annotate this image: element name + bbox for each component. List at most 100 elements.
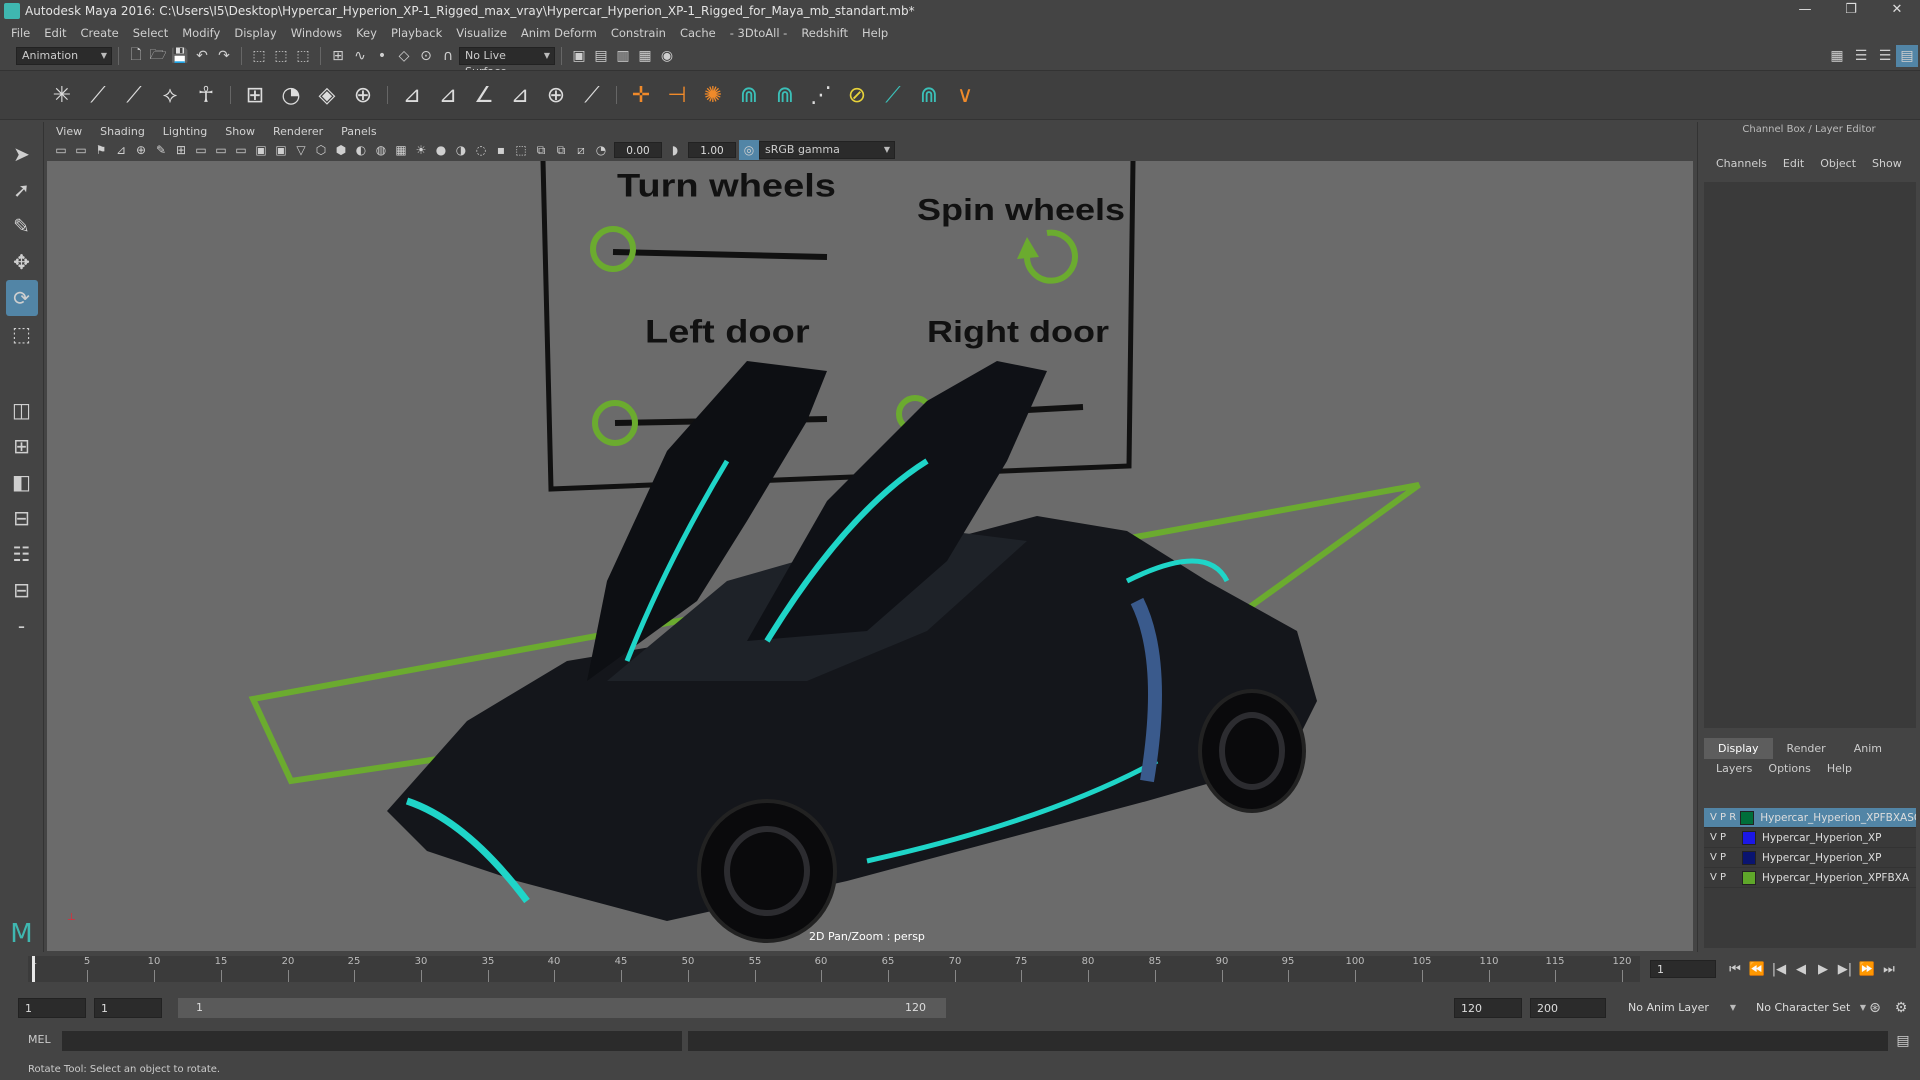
layer-color-swatch[interactable] [1742,870,1756,885]
channel-box-toggle-icon[interactable]: ▤ [1896,45,1918,67]
playback-end-field[interactable]: 120 [1454,998,1522,1018]
grid-icon[interactable]: ⊞ [171,140,191,160]
depth-of-field-icon[interactable]: ▪ [491,140,511,160]
play-backwards-icon[interactable]: ◀ [1790,958,1812,980]
interactive-bind-icon[interactable]: ◔ [273,77,309,113]
anti-aliasing-icon[interactable]: ◌ [471,140,491,160]
object-menu[interactable]: Object [1812,157,1864,170]
gamma-field[interactable]: 1.00 [688,142,736,158]
animation-end-field[interactable]: 200 [1530,998,1606,1018]
view-transform-dropdown[interactable]: sRGB gamma [759,141,895,159]
persp-graph-layout-icon[interactable]: ⊟ [6,500,38,536]
menu-anim-deform[interactable]: Anim Deform [514,26,604,40]
options-menu[interactable]: Options [1760,762,1818,775]
panel-menu-shading[interactable]: Shading [91,125,154,138]
animation-start-field[interactable]: 1 [18,998,86,1018]
menu-windows[interactable]: Windows [284,26,349,40]
copy-weights-icon[interactable]: ⋒ [911,77,947,113]
minimize-button[interactable]: — [1782,0,1828,22]
playback-toggle[interactable]: P [1720,872,1726,883]
default-material-icon[interactable]: ◐ [351,140,371,160]
rear-wheel[interactable] [1198,689,1306,813]
rotate-tool-icon[interactable]: ⟳ [5,280,38,316]
color-management-icon[interactable]: ◎ [739,140,759,160]
wireframe-icon[interactable]: ⬡ [311,140,331,160]
playback-toggle[interactable]: P [1720,812,1726,823]
menu-3dtoall[interactable]: - 3DtoAll - [723,26,795,40]
layer-color-swatch[interactable] [1742,830,1756,845]
lasso-tool-icon[interactable]: ➚ [6,172,38,208]
paint-weights-icon[interactable]: ◈ [309,77,345,113]
2d-pan-zoom-icon[interactable]: ⊕ [131,140,151,160]
step-forward-frame-icon[interactable]: ▶| [1834,958,1856,980]
use-all-lights-icon[interactable]: ▦ [391,140,411,160]
menu-modify[interactable]: Modify [175,26,227,40]
persp-outliner-layout-icon[interactable]: ☷ [6,536,38,572]
panel-menu-lighting[interactable]: Lighting [154,125,216,138]
gate-mask-icon[interactable]: ▭ [231,140,251,160]
live-surface-field[interactable]: No Live Surface [459,47,555,78]
move-tool-icon[interactable]: ✥ [6,244,38,280]
ipr-render-icon[interactable]: ▥ [612,45,634,67]
menu-cache[interactable]: Cache [673,26,723,40]
select-component-icon[interactable]: ⬚ [292,45,314,67]
current-frame-field[interactable]: 1 [1650,960,1716,978]
layer-row[interactable]: V P Hypercar_Hyperion_XP [1704,848,1916,868]
side-by-side-layout-icon[interactable]: ◧ [6,464,38,500]
menu-set-dropdown[interactable]: Animation [16,47,112,65]
help-menu[interactable]: Help [1819,762,1860,775]
anim-layer-dropdown[interactable]: No Anim Layer [1622,998,1740,1018]
layer-row[interactable]: V P R Hypercar_Hyperion_XPFBXASC [1704,808,1916,828]
layer-row[interactable]: V P Hypercar_Hyperion_XP [1704,828,1916,848]
bookmark-icon[interactable]: ⚑ [91,140,111,160]
mirror-weights-icon[interactable]: ⟋ [875,77,911,113]
grease-pencil-icon[interactable]: ✎ [151,140,171,160]
blend-shape-icon[interactable]: ⟋ [574,77,610,113]
channels-menu[interactable]: Channels [1708,157,1775,170]
visibility-toggle[interactable]: V [1710,812,1717,823]
panel-menu-show[interactable]: Show [216,125,264,138]
visibility-toggle[interactable]: V [1710,872,1717,883]
textured-icon[interactable]: ◍ [371,140,391,160]
select-hierarchy-icon[interactable]: ⬚ [248,45,270,67]
four-view-layout-icon[interactable]: ⊞ [6,428,38,464]
render-frame-icon[interactable]: ▤ [590,45,612,67]
command-input[interactable] [62,1031,682,1051]
auto-key-icon[interactable]: ⊛ [1864,997,1886,1019]
menu-file[interactable]: File [4,26,37,40]
menu-help[interactable]: Help [855,26,895,40]
layer-vpr-toggle[interactable]: V P R [1704,812,1736,823]
wire-deformer-icon[interactable]: ∠ [466,77,502,113]
motion-blur-icon[interactable]: ◑ [451,140,471,160]
step-back-frame-icon[interactable]: |◀ [1768,958,1790,980]
sculpt-deformer-icon[interactable]: ⊕ [538,77,574,113]
snap-grid-icon[interactable]: ⊞ [327,45,349,67]
modeling-toolkit-icon[interactable]: ▦ [1826,45,1848,67]
layer-vp-toggle[interactable]: V P [1704,832,1738,843]
layer-color-swatch[interactable] [1740,810,1755,825]
ambient-occlusion-icon[interactable]: ● [431,140,451,160]
go-to-start-icon[interactable]: ⏮ [1724,958,1746,980]
safe-action-icon[interactable]: ▣ [271,140,291,160]
snap-live-icon[interactable]: ⊙ [415,45,437,67]
character-set-dropdown[interactable]: No Character Set [1750,998,1870,1018]
tab-anim[interactable]: Anim [1840,738,1896,759]
ik-spline-icon[interactable]: ⟋ [116,77,152,113]
snap-curve-icon[interactable]: ∿ [349,45,371,67]
redo-icon[interactable]: ↷ [213,45,235,67]
front-wheel[interactable] [697,799,837,943]
menu-select[interactable]: Select [126,26,175,40]
pole-vector-icon[interactable]: ⋰ [803,77,839,113]
viewport-persp[interactable]: Turn wheels Spin wheels Left door Right … [47,161,1693,951]
layers-menu[interactable]: Layers [1708,762,1760,775]
new-scene-icon[interactable]: 🗋 [125,45,147,67]
orient-constraint-icon[interactable]: ✺ [695,77,731,113]
render-settings-icon[interactable]: ▣ [568,45,590,67]
exposure-field[interactable]: 0.00 [614,142,662,158]
cluster-icon[interactable]: ⊿ [394,77,430,113]
skin-tools-icon[interactable]: ⊘ [839,77,875,113]
aim-constraint-icon[interactable]: ⊣ [659,77,695,113]
menu-create[interactable]: Create [74,26,126,40]
paint-select-icon[interactable]: ✎ [6,208,38,244]
parent-constraint-icon[interactable]: ⋒ [731,77,767,113]
